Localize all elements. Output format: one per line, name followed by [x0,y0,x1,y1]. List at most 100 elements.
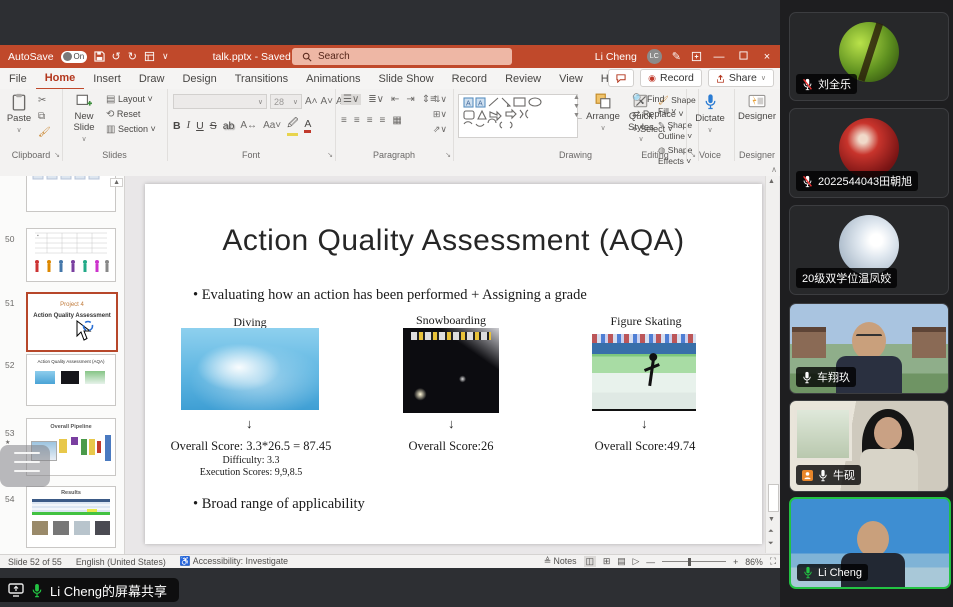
underline-button[interactable]: U [196,120,204,132]
record-button[interactable]: ◉ Record [640,69,702,87]
zoom-in-icon[interactable]: + [733,557,738,567]
ribbon-display-icon[interactable] [691,51,702,62]
slide-thumbnail-panel[interactable]: 50 ▪ 51 Proje [0,176,125,566]
participant-tile-4[interactable]: 车翔玖 [789,303,949,394]
increase-indent-icon[interactable]: ⇥ [406,94,414,105]
accessibility-status[interactable]: ♿ Accessibility: Investigate [180,556,288,567]
thumbnail-slide-49[interactable] [26,176,116,212]
account-name[interactable]: Li Cheng [595,51,637,63]
thumbnail-slide-51-selected[interactable]: Project 4 Action Quality Assessment [26,292,118,352]
format-painter-icon[interactable]: 🖌 [38,127,51,138]
quick-access-chevron-icon[interactable]: ∨ [162,51,169,62]
tab-review[interactable]: Review [496,68,550,89]
slide-sorter-icon[interactable]: ⊞ [603,556,610,567]
scrollbar-thumb[interactable] [768,484,779,512]
thumbnail-slide-52[interactable]: Action Quality Assessment (AQA) [26,354,116,406]
participant-tile-3[interactable]: 20级双学位温凤姣 [789,205,949,295]
bullets-button[interactable]: ☰∨ [341,94,361,105]
align-text-icon[interactable]: ⊞∨ [433,109,447,120]
new-slide-button[interactable]: New Slide∨ [66,93,102,143]
tab-slide-show[interactable]: Slide Show [370,68,443,89]
section-button[interactable]: ▥ Section ˅ [106,124,156,135]
replace-button[interactable]: ⇄ Replace ˅ [632,109,684,120]
font-name-box[interactable]: ∨ [173,94,267,109]
collapse-ribbon-icon[interactable]: ∧ [771,165,777,174]
numbering-button[interactable]: ≣∨ [368,94,384,105]
shapes-scroll-up-icon[interactable]: ▲ [573,94,580,101]
align-center-icon[interactable]: ≡ [354,115,360,126]
thumbnail-slide-50[interactable]: ▪ [26,228,116,282]
shapes-gallery[interactable]: A A [458,94,578,138]
align-right-icon[interactable]: ≡ [367,115,373,126]
normal-view-icon[interactable]: ◫ [584,556,596,567]
search-input[interactable]: Search [292,48,512,65]
restore-button[interactable] [736,51,750,63]
grow-font-icon[interactable]: A˄ [305,96,318,107]
scroll-up-icon[interactable]: ▲ [768,178,775,185]
diving-image[interactable] [181,328,319,410]
tab-file[interactable]: File [0,68,36,89]
text-shadow-button[interactable]: ab [223,120,235,132]
floating-share-toolbar[interactable] [0,445,50,487]
smartart-convert-icon[interactable]: ⇗∨ [433,124,447,135]
participant-tile-6-active-speaker[interactable]: Li Cheng [789,497,951,589]
shrink-font-icon[interactable]: A˅ [321,96,334,107]
zoom-out-icon[interactable]: — [646,557,655,567]
font-dialog-launcher-icon[interactable]: ↘ [327,151,333,159]
paste-button[interactable]: Paste∨ [4,93,34,134]
copy-icon[interactable]: ⧉ [38,111,51,122]
next-slide-icon[interactable]: ⏷ [768,540,774,548]
font-color-icon[interactable]: A [304,118,311,133]
select-button[interactable]: ⌖ Select ˅ [632,124,684,135]
change-case-icon[interactable]: Aa˅ [263,120,281,131]
print-preview-icon[interactable] [144,51,155,62]
language-status[interactable]: English (United States) [76,557,166,567]
minimize-button[interactable]: — [712,51,726,63]
scroll-down-icon[interactable]: ▼ [768,516,775,523]
find-button[interactable]: 🔍 Find [632,94,684,105]
close-button[interactable]: × [760,51,774,63]
tab-design[interactable]: Design [173,68,225,89]
redo-icon[interactable]: ↻ [128,50,137,63]
screen-share-banner[interactable]: Li Cheng的屏幕共享 [0,578,179,602]
character-spacing-icon[interactable]: A↔ [240,120,257,131]
zoom-slider-knob[interactable] [688,558,691,566]
participant-tile-2[interactable]: 2022544043田朝旭 [789,108,949,198]
comments-button[interactable] [608,69,634,87]
tab-record[interactable]: Record [443,68,496,89]
tab-transitions[interactable]: Transitions [226,68,297,89]
tab-draw[interactable]: Draw [130,68,174,89]
tab-view[interactable]: View [550,68,592,89]
undo-icon[interactable]: ↺ [112,50,121,63]
slideshow-icon[interactable]: ▷ [633,556,640,567]
font-size-box[interactable]: 28∨ [270,94,302,109]
autosave-toggle[interactable]: On [61,51,87,63]
slide-scrollbar[interactable]: ▲ ▼ ⏶ ⏷ [765,176,779,553]
columns-icon[interactable]: ▦ [392,115,401,126]
arrange-button[interactable]: Arrange∨ [585,93,621,132]
slide-counter[interactable]: Slide 52 of 55 [8,557,62,567]
account-avatar[interactable]: LC [647,49,662,64]
zoom-slider[interactable] [662,561,726,563]
current-slide[interactable]: Action Quality Assessment (AQA) • Evalua… [145,184,762,544]
zoom-level[interactable]: 86% [745,557,763,567]
paragraph-dialog-launcher-icon[interactable]: ↘ [445,151,451,159]
figure-skating-image[interactable] [592,334,696,411]
italic-button[interactable]: I [187,120,191,131]
reading-view-icon[interactable]: ▤ [617,556,625,567]
highlight-color-icon[interactable]: 🖉 [287,115,298,136]
participant-tile-1[interactable]: 刘全乐 [789,12,949,101]
tab-animations[interactable]: Animations [297,68,369,89]
tab-insert[interactable]: Insert [84,68,130,89]
shapes-more-icon[interactable]: ▼̲ [573,112,580,119]
participant-tile-5[interactable]: 牛砚 [789,400,949,492]
notes-button[interactable]: ≜ Notes [544,556,577,567]
strikethrough-button[interactable]: S [210,120,217,132]
layout-button[interactable]: ▤ Layout ˅ [106,94,156,105]
text-direction-icon[interactable]: ⇅∨ [433,94,447,105]
decrease-indent-icon[interactable]: ⇤ [391,94,399,105]
thumbnail-scroll-up-icon[interactable]: ▲ [110,178,123,187]
thumbnail-slide-54[interactable]: Results [26,486,116,548]
share-button[interactable]: Share ∨ [708,69,774,87]
bold-button[interactable]: B [173,120,181,132]
